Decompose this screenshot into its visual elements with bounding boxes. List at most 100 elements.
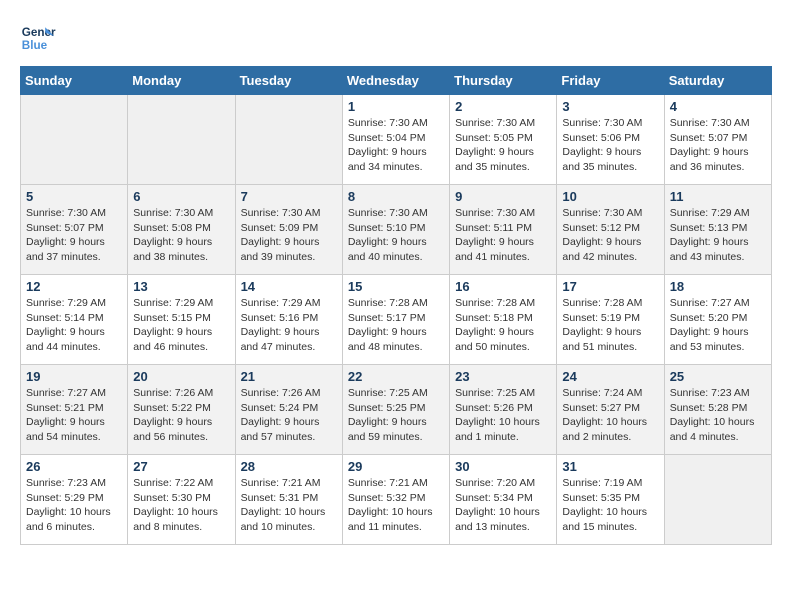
cell-day-number: 28 bbox=[241, 459, 337, 474]
weekday-row: SundayMondayTuesdayWednesdayThursdayFrid… bbox=[21, 67, 772, 95]
cell-info-text: Sunrise: 7:25 AM Sunset: 5:25 PM Dayligh… bbox=[348, 386, 444, 445]
cell-info-text: Sunrise: 7:29 AM Sunset: 5:16 PM Dayligh… bbox=[241, 296, 337, 355]
cell-day-number: 5 bbox=[26, 189, 122, 204]
header: General Blue bbox=[20, 20, 772, 56]
cell-day-number: 24 bbox=[562, 369, 658, 384]
cell-day-number: 9 bbox=[455, 189, 551, 204]
cell-info-text: Sunrise: 7:26 AM Sunset: 5:22 PM Dayligh… bbox=[133, 386, 229, 445]
cell-day-number: 10 bbox=[562, 189, 658, 204]
cell-day-number: 22 bbox=[348, 369, 444, 384]
calendar-cell: 31 Sunrise: 7:19 AM Sunset: 5:35 PM Dayli… bbox=[557, 455, 664, 545]
cell-info-text: Sunrise: 7:30 AM Sunset: 5:12 PM Dayligh… bbox=[562, 206, 658, 265]
calendar-cell: 22 Sunrise: 7:25 AM Sunset: 5:25 PM Dayli… bbox=[342, 365, 449, 455]
cell-day-number: 12 bbox=[26, 279, 122, 294]
cell-day-number: 29 bbox=[348, 459, 444, 474]
cell-day-number: 6 bbox=[133, 189, 229, 204]
cell-day-number: 11 bbox=[670, 189, 766, 204]
cell-info-text: Sunrise: 7:30 AM Sunset: 5:07 PM Dayligh… bbox=[26, 206, 122, 265]
calendar-cell bbox=[21, 95, 128, 185]
cell-info-text: Sunrise: 7:28 AM Sunset: 5:18 PM Dayligh… bbox=[455, 296, 551, 355]
cell-day-number: 30 bbox=[455, 459, 551, 474]
weekday-header-sunday: Sunday bbox=[21, 67, 128, 95]
cell-day-number: 13 bbox=[133, 279, 229, 294]
cell-day-number: 18 bbox=[670, 279, 766, 294]
cell-day-number: 1 bbox=[348, 99, 444, 114]
cell-info-text: Sunrise: 7:30 AM Sunset: 5:09 PM Dayligh… bbox=[241, 206, 337, 265]
cell-info-text: Sunrise: 7:30 AM Sunset: 5:06 PM Dayligh… bbox=[562, 116, 658, 175]
calendar-cell: 14Sunrise: 7:29 AM Sunset: 5:16 PM Dayli… bbox=[235, 275, 342, 365]
cell-day-number: 31 bbox=[562, 459, 658, 474]
cell-info-text: Sunrise: 7:30 AM Sunset: 5:07 PM Dayligh… bbox=[670, 116, 766, 175]
cell-info-text: Sunrise: 7:30 AM Sunset: 5:04 PM Dayligh… bbox=[348, 116, 444, 175]
calendar-cell: 26 Sunrise: 7:23 AM Sunset: 5:29 PM Dayli… bbox=[21, 455, 128, 545]
calendar-cell: 19Sunrise: 7:27 AM Sunset: 5:21 PM Dayli… bbox=[21, 365, 128, 455]
calendar-cell: 13Sunrise: 7:29 AM Sunset: 5:15 PM Dayli… bbox=[128, 275, 235, 365]
cell-info-text: Sunrise: 7:29 AM Sunset: 5:13 PM Dayligh… bbox=[670, 206, 766, 265]
calendar-cell: 27 Sunrise: 7:22 AM Sunset: 5:30 PM Dayli… bbox=[128, 455, 235, 545]
calendar-cell: 25Sunrise: 7:23 AM Sunset: 5:28 PM Dayli… bbox=[664, 365, 771, 455]
cell-day-number: 2 bbox=[455, 99, 551, 114]
svg-text:General: General bbox=[22, 26, 56, 39]
cell-day-number: 16 bbox=[455, 279, 551, 294]
cell-info-text: Sunrise: 7:27 AM Sunset: 5:21 PM Dayligh… bbox=[26, 386, 122, 445]
calendar-cell: 10 Sunrise: 7:30 AM Sunset: 5:12 PM Dayli… bbox=[557, 185, 664, 275]
calendar-cell: 20Sunrise: 7:26 AM Sunset: 5:22 PM Dayli… bbox=[128, 365, 235, 455]
cell-info-text: Sunrise: 7:19 AM Sunset: 5:35 PM Dayligh… bbox=[562, 476, 658, 535]
cell-day-number: 21 bbox=[241, 369, 337, 384]
cell-info-text: Sunrise: 7:25 AM Sunset: 5:26 PM Dayligh… bbox=[455, 386, 551, 445]
calendar-cell: 29 Sunrise: 7:21 AM Sunset: 5:32 PM Dayli… bbox=[342, 455, 449, 545]
weekday-header-thursday: Thursday bbox=[450, 67, 557, 95]
calendar-cell: 15 Sunrise: 7:28 AM Sunset: 5:17 PM Dayli… bbox=[342, 275, 449, 365]
weekday-header-tuesday: Tuesday bbox=[235, 67, 342, 95]
week-row-0: 1 Sunrise: 7:30 AM Sunset: 5:04 PM Daylig… bbox=[21, 95, 772, 185]
cell-info-text: Sunrise: 7:30 AM Sunset: 5:11 PM Dayligh… bbox=[455, 206, 551, 265]
calendar-cell: 8 Sunrise: 7:30 AM Sunset: 5:10 PM Daylig… bbox=[342, 185, 449, 275]
week-row-3: 19Sunrise: 7:27 AM Sunset: 5:21 PM Dayli… bbox=[21, 365, 772, 455]
svg-text:Blue: Blue bbox=[22, 39, 48, 52]
cell-info-text: Sunrise: 7:26 AM Sunset: 5:24 PM Dayligh… bbox=[241, 386, 337, 445]
calendar-cell: 28 Sunrise: 7:21 AM Sunset: 5:31 PM Dayli… bbox=[235, 455, 342, 545]
cell-day-number: 8 bbox=[348, 189, 444, 204]
cell-info-text: Sunrise: 7:20 AM Sunset: 5:34 PM Dayligh… bbox=[455, 476, 551, 535]
cell-day-number: 23 bbox=[455, 369, 551, 384]
calendar-cell: 11 Sunrise: 7:29 AM Sunset: 5:13 PM Dayli… bbox=[664, 185, 771, 275]
calendar-cell bbox=[235, 95, 342, 185]
calendar-cell: 12Sunrise: 7:29 AM Sunset: 5:14 PM Dayli… bbox=[21, 275, 128, 365]
calendar-cell: 17 Sunrise: 7:28 AM Sunset: 5:19 PM Dayli… bbox=[557, 275, 664, 365]
cell-info-text: Sunrise: 7:21 AM Sunset: 5:31 PM Dayligh… bbox=[241, 476, 337, 535]
cell-info-text: Sunrise: 7:22 AM Sunset: 5:30 PM Dayligh… bbox=[133, 476, 229, 535]
cell-info-text: Sunrise: 7:24 AM Sunset: 5:27 PM Dayligh… bbox=[562, 386, 658, 445]
cell-day-number: 7 bbox=[241, 189, 337, 204]
calendar-cell: 23 Sunrise: 7:25 AM Sunset: 5:26 PM Dayli… bbox=[450, 365, 557, 455]
calendar-table: SundayMondayTuesdayWednesdayThursdayFrid… bbox=[20, 66, 772, 545]
calendar-cell: 24 Sunrise: 7:24 AM Sunset: 5:27 PM Dayli… bbox=[557, 365, 664, 455]
cell-day-number: 17 bbox=[562, 279, 658, 294]
calendar-cell: 4 Sunrise: 7:30 AM Sunset: 5:07 PM Daylig… bbox=[664, 95, 771, 185]
cell-info-text: Sunrise: 7:30 AM Sunset: 5:05 PM Dayligh… bbox=[455, 116, 551, 175]
week-row-2: 12Sunrise: 7:29 AM Sunset: 5:14 PM Dayli… bbox=[21, 275, 772, 365]
calendar-cell: 18Sunrise: 7:27 AM Sunset: 5:20 PM Dayli… bbox=[664, 275, 771, 365]
cell-info-text: Sunrise: 7:30 AM Sunset: 5:10 PM Dayligh… bbox=[348, 206, 444, 265]
calendar-cell: 3 Sunrise: 7:30 AM Sunset: 5:06 PM Daylig… bbox=[557, 95, 664, 185]
weekday-header-monday: Monday bbox=[128, 67, 235, 95]
cell-info-text: Sunrise: 7:30 AM Sunset: 5:08 PM Dayligh… bbox=[133, 206, 229, 265]
calendar-cell: 1 Sunrise: 7:30 AM Sunset: 5:04 PM Daylig… bbox=[342, 95, 449, 185]
calendar-body: 1 Sunrise: 7:30 AM Sunset: 5:04 PM Daylig… bbox=[21, 95, 772, 545]
cell-day-number: 4 bbox=[670, 99, 766, 114]
cell-info-text: Sunrise: 7:28 AM Sunset: 5:17 PM Dayligh… bbox=[348, 296, 444, 355]
calendar-cell: 6 Sunrise: 7:30 AM Sunset: 5:08 PM Daylig… bbox=[128, 185, 235, 275]
weekday-header-wednesday: Wednesday bbox=[342, 67, 449, 95]
calendar-cell: 16 Sunrise: 7:28 AM Sunset: 5:18 PM Dayli… bbox=[450, 275, 557, 365]
calendar-cell bbox=[128, 95, 235, 185]
cell-day-number: 3 bbox=[562, 99, 658, 114]
cell-day-number: 15 bbox=[348, 279, 444, 294]
cell-info-text: Sunrise: 7:28 AM Sunset: 5:19 PM Dayligh… bbox=[562, 296, 658, 355]
calendar-cell bbox=[664, 455, 771, 545]
cell-info-text: Sunrise: 7:23 AM Sunset: 5:28 PM Dayligh… bbox=[670, 386, 766, 445]
cell-info-text: Sunrise: 7:21 AM Sunset: 5:32 PM Dayligh… bbox=[348, 476, 444, 535]
week-row-4: 26 Sunrise: 7:23 AM Sunset: 5:29 PM Dayli… bbox=[21, 455, 772, 545]
cell-info-text: Sunrise: 7:23 AM Sunset: 5:29 PM Dayligh… bbox=[26, 476, 122, 535]
cell-day-number: 27 bbox=[133, 459, 229, 474]
calendar-cell: 30 Sunrise: 7:20 AM Sunset: 5:34 PM Dayli… bbox=[450, 455, 557, 545]
cell-day-number: 26 bbox=[26, 459, 122, 474]
